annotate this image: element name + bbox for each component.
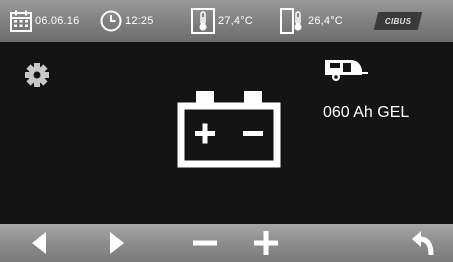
indoor-temperature-text: 27,4°C: [218, 15, 253, 27]
back-icon: [412, 231, 434, 256]
brand-logo: CIBUS: [373, 12, 423, 30]
increase-button[interactable]: [247, 224, 285, 262]
date-display: 06.06.16: [10, 0, 79, 42]
battery-icon: [177, 91, 281, 168]
decrease-button[interactable]: [186, 224, 224, 262]
battery-capacity-label: 060 Ah GEL: [323, 104, 410, 121]
clock-icon: [100, 10, 122, 32]
next-button[interactable]: [100, 224, 134, 262]
status-bar: 06.06.16 12:25 27,4°C 26,4°C CIBUS: [0, 0, 453, 42]
arrow-left-icon: [32, 232, 46, 254]
calendar-icon: [10, 10, 32, 32]
thermometer-outdoor-icon: [280, 8, 302, 34]
outdoor-temperature: 26,4°C: [280, 0, 343, 42]
time-display: 12:25: [100, 0, 154, 42]
minus-icon: [193, 240, 217, 246]
outdoor-temperature-text: 26,4°C: [308, 15, 343, 27]
thermometer-indoor-icon: [191, 8, 215, 34]
bottom-toolbar: [0, 224, 453, 262]
date-text: 06.06.16: [35, 15, 80, 27]
time-text: 12:25: [125, 15, 154, 27]
arrow-right-icon: [110, 232, 124, 254]
indoor-temperature: 27,4°C: [191, 0, 253, 42]
gear-icon[interactable]: [24, 62, 50, 88]
brand-text: CIBUS: [384, 16, 412, 26]
previous-button[interactable]: [22, 224, 56, 262]
back-button[interactable]: [405, 224, 441, 262]
plus-icon: [254, 231, 278, 255]
caravan-icon: [325, 60, 368, 81]
